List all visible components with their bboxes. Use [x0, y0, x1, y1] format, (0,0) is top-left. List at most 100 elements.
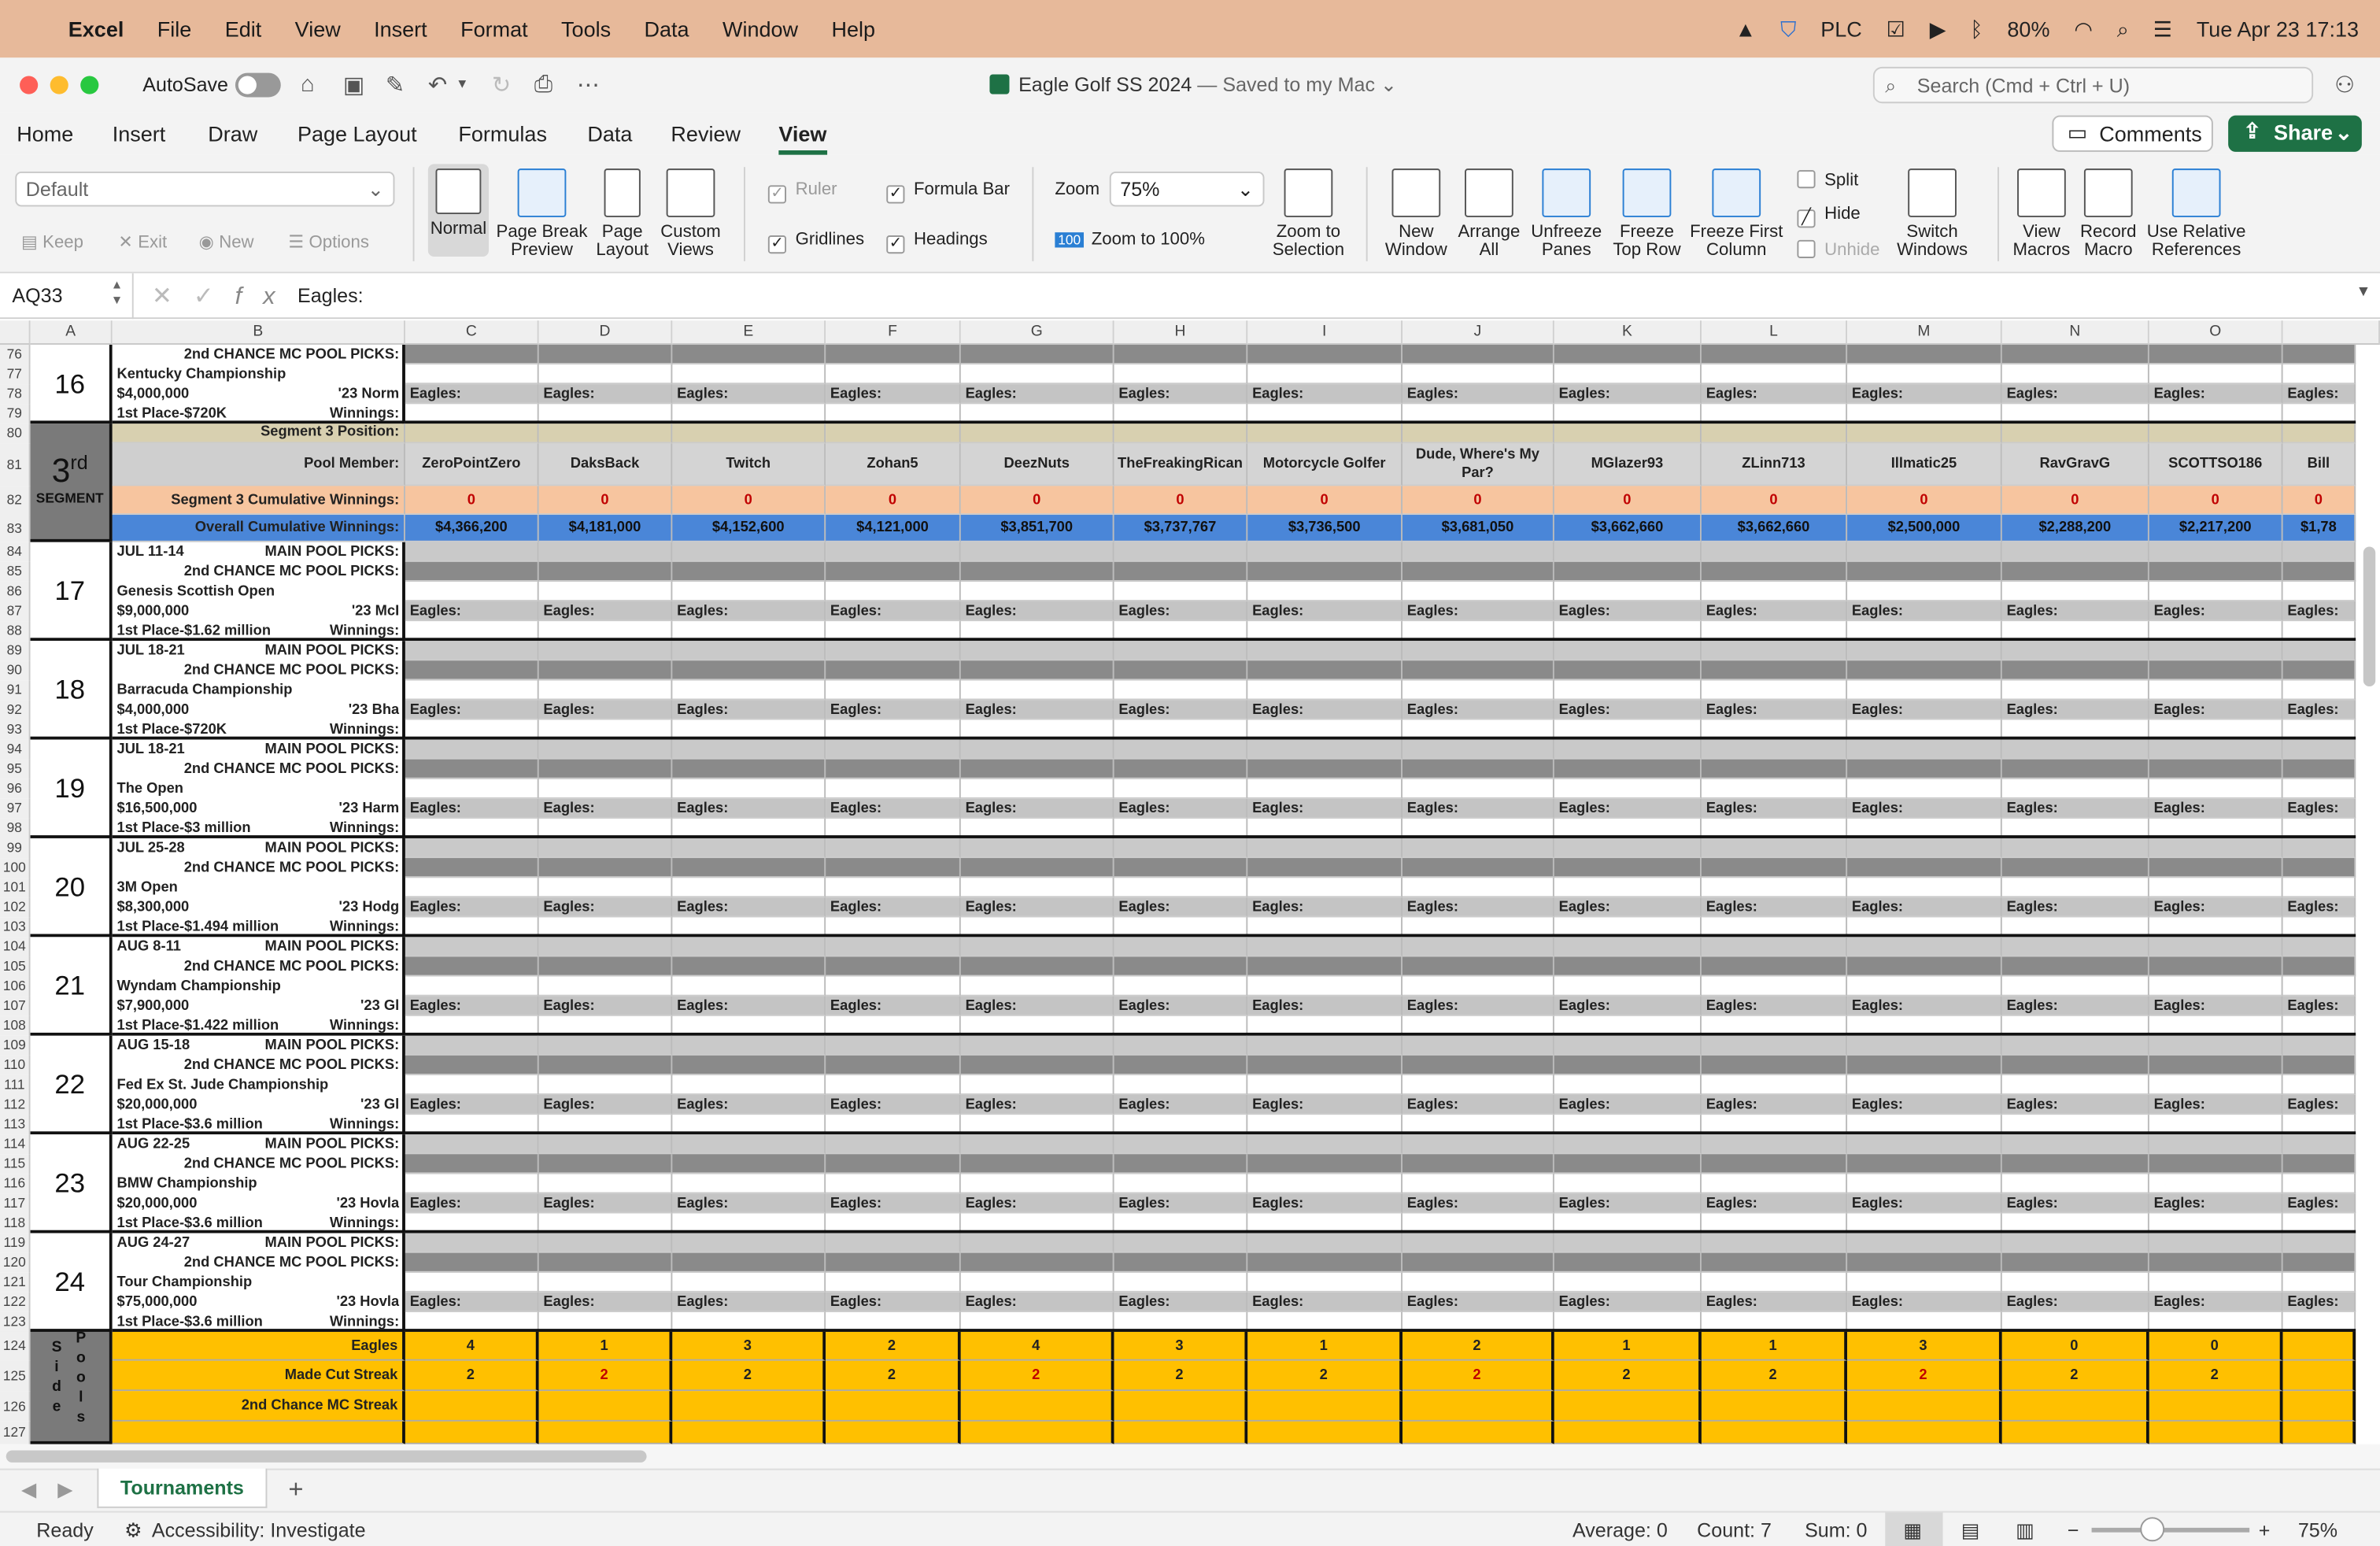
grid-cell[interactable] — [672, 779, 826, 799]
side-pool-cell[interactable]: 1 — [1247, 1331, 1402, 1361]
grid-cell[interactable]: Eagles: — [1701, 897, 1848, 918]
grid-cell[interactable] — [2282, 1252, 2356, 1273]
grid-cell[interactable] — [826, 1074, 961, 1096]
grid-cell[interactable] — [538, 660, 673, 681]
grid-cell[interactable] — [2282, 937, 2356, 957]
grid-cell[interactable] — [2001, 561, 2149, 582]
grid-cell[interactable] — [1114, 1134, 1248, 1155]
row-header[interactable]: 96 — [0, 779, 31, 799]
side-pool-cell[interactable] — [960, 1421, 1114, 1444]
grid-cell[interactable] — [826, 1174, 961, 1194]
grid-cell[interactable]: Eagles: — [538, 897, 673, 918]
grid-cell[interactable] — [1247, 878, 1402, 898]
grid-cell[interactable]: Eagles: — [405, 1292, 539, 1312]
side-pool-cell[interactable] — [1554, 1391, 1702, 1422]
wifi-icon[interactable]: ◠ — [2074, 16, 2093, 42]
unhide-button[interactable]: Unhide — [1797, 239, 1879, 260]
grid-cell[interactable]: Eagles: — [826, 601, 961, 622]
empty-row-label[interactable] — [112, 1421, 405, 1444]
grid-cell[interactable]: Eagles: — [2282, 996, 2356, 1016]
grid-cell[interactable] — [2001, 1154, 2149, 1174]
row-header[interactable]: 106 — [0, 976, 31, 997]
side-pool-cell[interactable] — [2149, 1421, 2283, 1444]
page-layout-view-button[interactable]: Page Layout — [592, 168, 652, 260]
grid-cell[interactable]: Eagles: — [1847, 700, 2002, 720]
grid-cell[interactable] — [405, 641, 539, 661]
grid-cell[interactable]: Eagles: — [960, 897, 1114, 918]
row-header[interactable]: 94 — [0, 739, 31, 760]
side-pool-cell[interactable] — [1247, 1421, 1402, 1444]
exit-button[interactable]: ✕ Exit — [118, 231, 167, 252]
grid-cell[interactable]: Eagles: — [2282, 601, 2356, 622]
grid-cell[interactable] — [672, 858, 826, 878]
grid-cell[interactable] — [672, 581, 826, 601]
grid-cell[interactable] — [1554, 1134, 1702, 1155]
grid-cell[interactable] — [538, 878, 673, 898]
grid-cell[interactable] — [960, 660, 1114, 681]
select-all-corner[interactable] — [0, 320, 31, 345]
grid-cell[interactable] — [1554, 1252, 1702, 1273]
prev-sheet-icon[interactable]: ◀ — [21, 1478, 36, 1502]
grid-cell[interactable] — [2149, 641, 2283, 661]
grid-cell[interactable] — [826, 1035, 961, 1056]
grid-cell[interactable]: Eagles: — [960, 700, 1114, 720]
grid-cell[interactable] — [1402, 1134, 1554, 1155]
side-pool-cell[interactable]: 3 — [1114, 1331, 1248, 1361]
column-header[interactable]: G — [960, 320, 1114, 345]
grid-cell[interactable]: Eagles: — [1247, 798, 1402, 819]
grid-cell[interactable]: Eagles: — [672, 1193, 826, 1214]
row-header[interactable]: 88 — [0, 621, 31, 642]
grid-cell[interactable] — [2001, 878, 2149, 898]
grid-cell[interactable] — [960, 1252, 1114, 1273]
grid-cell[interactable] — [2282, 423, 2356, 444]
grid-cell[interactable]: Eagles: — [1554, 700, 1702, 720]
player-name[interactable]: RavGravG — [2001, 443, 2149, 486]
grid-cell[interactable]: $3,737,767 — [1114, 515, 1248, 542]
grid-cell[interactable] — [672, 838, 826, 859]
grid-cell[interactable] — [1847, 344, 2002, 365]
grid-cell[interactable] — [2282, 364, 2356, 385]
row-header[interactable]: 92 — [0, 700, 31, 720]
grid-cell[interactable]: 0 — [2001, 486, 2149, 516]
grid-cell[interactable] — [1114, 364, 1248, 385]
grid-cell[interactable] — [405, 1074, 539, 1096]
more-icon[interactable]: ⋯ — [577, 72, 600, 99]
grid-cell[interactable]: $3,662,660 — [1554, 515, 1702, 542]
event-number[interactable]: 24 — [30, 1233, 113, 1332]
grid-cell[interactable] — [2282, 1134, 2356, 1155]
grid-cell[interactable] — [538, 364, 673, 385]
grid-cell[interactable]: Eagles: — [2001, 1095, 2149, 1115]
grid-cell[interactable] — [960, 739, 1114, 760]
grid-cell[interactable]: Eagles: — [960, 1095, 1114, 1115]
grid-cell[interactable] — [2001, 680, 2149, 701]
event-number[interactable]: 22 — [30, 1035, 113, 1135]
grid-cell[interactable] — [1114, 542, 1248, 562]
close-window-button[interactable] — [20, 76, 39, 94]
grid-cell[interactable] — [1554, 1272, 1702, 1293]
grid-cell[interactable] — [1402, 739, 1554, 760]
pool-member-label[interactable]: Pool Member: — [112, 443, 405, 486]
grid-cell[interactable] — [826, 759, 961, 779]
grid-cell[interactable] — [2001, 364, 2149, 385]
grid-cell[interactable] — [826, 878, 961, 898]
row-header[interactable]: 87 — [0, 601, 31, 622]
grid-cell[interactable] — [826, 739, 961, 760]
grid-cell[interactable] — [960, 364, 1114, 385]
grid-cell[interactable] — [1114, 838, 1248, 859]
grid-cell[interactable] — [1554, 561, 1702, 582]
row-header[interactable]: 101 — [0, 878, 31, 898]
grid-cell[interactable] — [2001, 858, 2149, 878]
autosave-toggle[interactable] — [235, 72, 281, 98]
row-header[interactable]: 109 — [0, 1035, 31, 1056]
grid-cell[interactable]: Eagles: — [826, 1292, 961, 1312]
grid-cell[interactable] — [1701, 561, 1848, 582]
grid-cell[interactable] — [826, 641, 961, 661]
grid-cell[interactable] — [2149, 1055, 2283, 1075]
grid-cell[interactable] — [405, 581, 539, 601]
grid-cell[interactable] — [672, 1272, 826, 1293]
hide-button[interactable]: ╱ Hide — [1797, 205, 1861, 228]
menu-format[interactable]: Format — [444, 17, 545, 41]
grid-cell[interactable] — [826, 779, 961, 799]
row-header[interactable]: 107 — [0, 996, 31, 1016]
grid-cell[interactable] — [1847, 641, 2002, 661]
